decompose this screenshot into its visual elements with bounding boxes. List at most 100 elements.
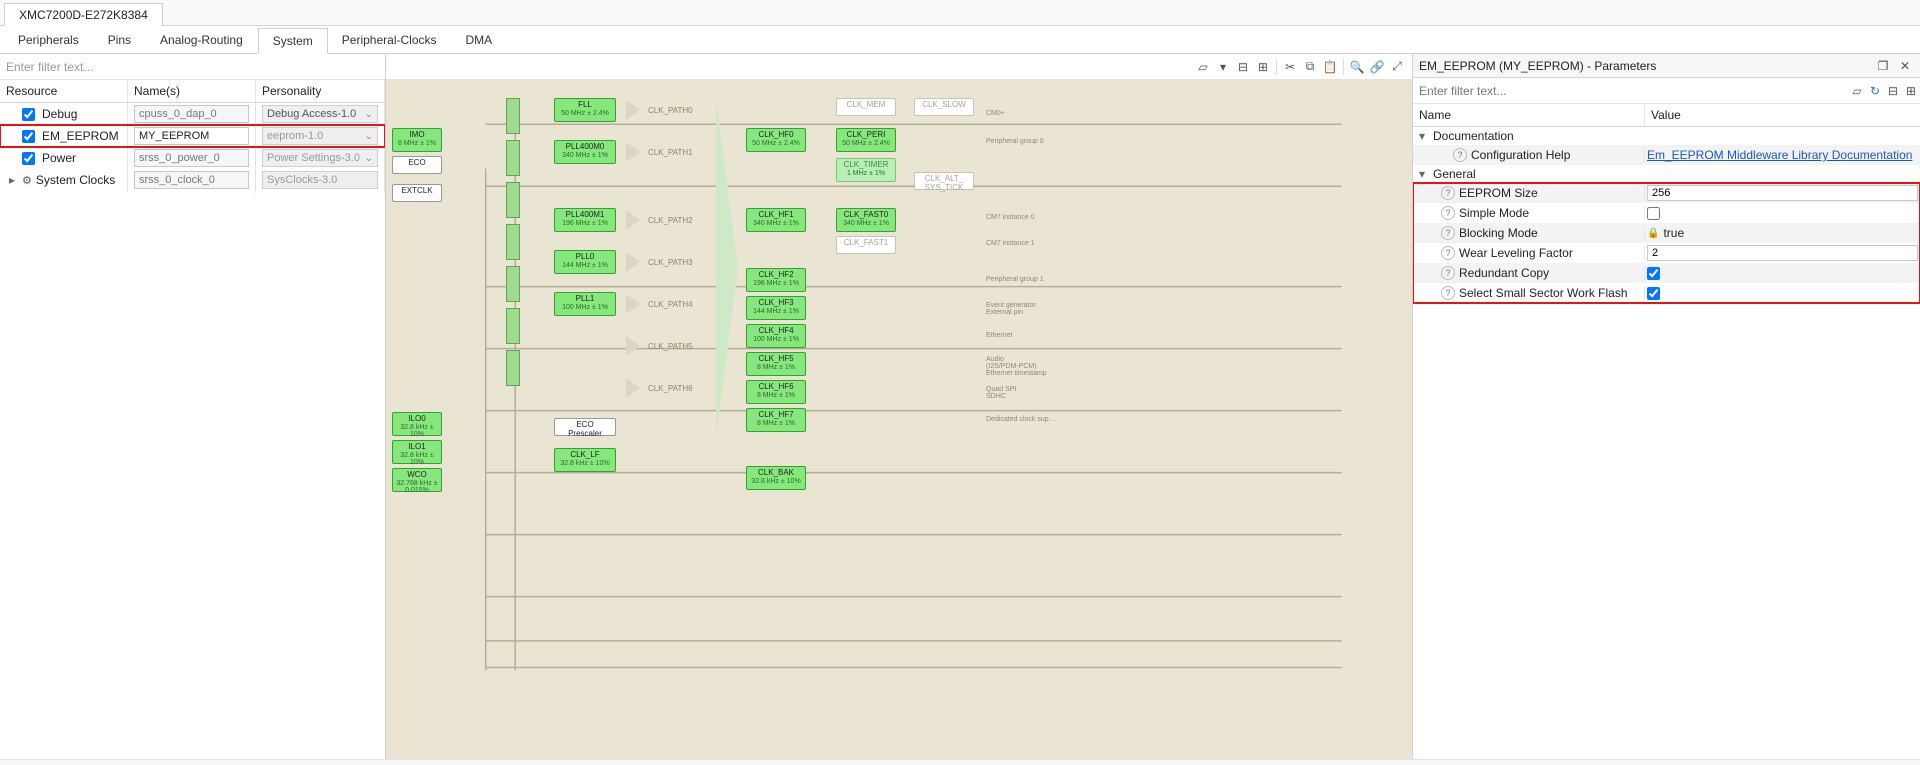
- column-header-name[interactable]: Name(s): [128, 80, 256, 102]
- path-mux-1[interactable]: [506, 140, 520, 176]
- search-icon[interactable]: 🔍: [1348, 58, 1366, 76]
- resource-row-em-eeprom[interactable]: EM_EEPROMeeprom-1.0⌄: [0, 125, 385, 147]
- clock-block-fll[interactable]: FLL50 MHz ± 2.4%: [554, 98, 616, 122]
- personality-select[interactable]: eeprom-1.0⌄: [262, 127, 378, 145]
- resource-enable-checkbox[interactable]: [22, 152, 35, 165]
- fit-icon[interactable]: ⤢: [1388, 58, 1406, 76]
- path-mux-6[interactable]: [506, 350, 520, 386]
- help-icon[interactable]: ?: [1441, 286, 1455, 300]
- path-mux-3[interactable]: [506, 224, 520, 260]
- param-checkbox-simple-mode[interactable]: [1647, 207, 1660, 220]
- clock-block-clk-fast1[interactable]: CLK_FAST1: [836, 236, 896, 254]
- clock-block-clk-hf1[interactable]: CLK_HF1340 MHz ± 1%: [746, 208, 806, 232]
- clock-block-extclk[interactable]: EXTCLK: [392, 184, 442, 202]
- resource-name-input[interactable]: [134, 127, 249, 145]
- clock-block-pll400m1[interactable]: PLL400M1196 MHz ± 1%: [554, 208, 616, 232]
- clock-block-clk-bak[interactable]: CLK_BAK32.8 kHz ± 10%: [746, 466, 806, 490]
- clock-diagram[interactable]: IMO8 MHz ± 1% ECO EXTCLK ILO032.8 kHz ± 10%…: [386, 80, 1412, 759]
- clock-block-eco-prescaler[interactable]: ECO Prescaler: [554, 418, 616, 436]
- help-icon[interactable]: ?: [1453, 148, 1467, 162]
- param-group-general[interactable]: ▾General: [1413, 165, 1920, 183]
- param-column-value[interactable]: Value: [1645, 104, 1920, 126]
- device-tab[interactable]: XMC7200D-E272K8384: [4, 3, 163, 26]
- path-mux-2[interactable]: [506, 182, 520, 218]
- clock-block-clk-hf5[interactable]: CLK_HF58 MHz ± 1%: [746, 352, 806, 376]
- param-input-eeprom-size[interactable]: [1647, 185, 1918, 201]
- tab-peripherals[interactable]: Peripherals: [4, 28, 94, 52]
- clock-block-pll1[interactable]: PLL1100 MHz ± 1%: [554, 292, 616, 316]
- clock-block-clk-slow[interactable]: CLK_SLOW: [914, 98, 974, 116]
- clock-block-clk-hf0[interactable]: CLK_HF050 MHz ± 2.4%: [746, 128, 806, 152]
- personality-select[interactable]: Debug Access-1.0⌄: [262, 105, 378, 123]
- clock-block-clk-hf7[interactable]: CLK_HF78 MHz ± 1%: [746, 408, 806, 432]
- path-mux-4[interactable]: [506, 266, 520, 302]
- help-icon[interactable]: ?: [1441, 186, 1455, 200]
- collapse-all-icon[interactable]: ⊟: [1234, 58, 1252, 76]
- clock-block-clk-mem[interactable]: CLK_MEM: [836, 98, 896, 116]
- clock-block-ilo0[interactable]: ILO032.8 kHz ± 10%: [392, 412, 442, 436]
- paste-icon[interactable]: 📋: [1321, 58, 1339, 76]
- clock-block-clk-hf4[interactable]: CLK_HF4100 MHz ± 1%: [746, 324, 806, 348]
- clear-filter-icon[interactable]: ▱: [1848, 82, 1866, 100]
- cut-icon[interactable]: ✂: [1281, 58, 1299, 76]
- tab-analog-routing[interactable]: Analog-Routing: [146, 28, 258, 52]
- clock-block-clk-hf3[interactable]: CLK_HF3144 MHz ± 1%: [746, 296, 806, 320]
- clock-block-clk-hf6[interactable]: CLK_HF68 MHz ± 1%: [746, 380, 806, 404]
- copy-icon[interactable]: ⧉: [1301, 58, 1319, 76]
- personality-select[interactable]: SysClocks-3.0: [262, 171, 378, 189]
- param-checkbox-redundant-copy[interactable]: [1647, 267, 1660, 280]
- clock-block-clk-hf2[interactable]: CLK_HF2196 MHz ± 1%: [746, 268, 806, 292]
- doc-link[interactable]: Em_EEPROM Middleware Library Documentati…: [1647, 148, 1912, 162]
- resource-row-debug[interactable]: DebugDebug Access-1.0⌄: [0, 103, 385, 125]
- clock-block-eco[interactable]: ECO: [392, 156, 442, 174]
- resource-name-input[interactable]: [134, 171, 249, 189]
- expand-icon[interactable]: ▸: [6, 173, 18, 187]
- personality-select[interactable]: Power Settings-3.0⌄: [262, 149, 378, 167]
- link-icon[interactable]: 🔗: [1368, 58, 1386, 76]
- collapse-all-icon[interactable]: ⊟: [1884, 82, 1902, 100]
- column-header-resource[interactable]: Resource: [0, 80, 128, 102]
- close-icon[interactable]: ✕: [1896, 57, 1914, 75]
- help-icon[interactable]: ?: [1441, 246, 1455, 260]
- hf-mux-icon[interactable]: [716, 98, 738, 438]
- tab-pins[interactable]: Pins: [94, 28, 146, 52]
- clock-block-wco[interactable]: WCO32.768 kHz ± 0.015%: [392, 468, 442, 492]
- resource-name-input[interactable]: [134, 149, 249, 167]
- resource-row-system-clocks[interactable]: ▸⚙System ClocksSysClocks-3.0: [0, 169, 385, 191]
- resource-name-input[interactable]: [134, 105, 249, 123]
- clock-block-pll400m0[interactable]: PLL400M0340 MHz ± 1%: [554, 140, 616, 164]
- param-checkbox-select-small-sector-work-flash[interactable]: [1647, 287, 1660, 300]
- clock-block-clk-timer[interactable]: CLK_TIMER1 MHz ± 1%: [836, 158, 896, 182]
- chevron-down-icon: ⌄: [365, 109, 373, 120]
- resource-row-power[interactable]: PowerPower Settings-3.0⌄: [0, 147, 385, 169]
- clear-filter-icon[interactable]: ▱: [1194, 58, 1212, 76]
- clock-block-ilo1[interactable]: ILO132.8 kHz ± 10%: [392, 440, 442, 464]
- expand-all-icon[interactable]: ⊞: [1902, 82, 1920, 100]
- column-header-personality[interactable]: Personality: [256, 80, 385, 102]
- resource-enable-checkbox[interactable]: [22, 108, 35, 121]
- clock-block-pll0[interactable]: PLL0144 MHz ± 1%: [554, 250, 616, 274]
- clock-block-clk-peri[interactable]: CLK_PERI50 MHz ± 2.4%: [836, 128, 896, 152]
- parameters-filter-input[interactable]: [1413, 80, 1848, 102]
- help-icon[interactable]: ?: [1441, 206, 1455, 220]
- param-column-name[interactable]: Name: [1413, 104, 1645, 126]
- path-mux-5[interactable]: [506, 308, 520, 344]
- clock-block-clk-fast0[interactable]: CLK_FAST0340 MHz ± 1%: [836, 208, 896, 232]
- param-input-wear-leveling-factor[interactable]: [1647, 245, 1918, 261]
- resource-enable-checkbox[interactable]: [22, 130, 35, 143]
- help-icon[interactable]: ?: [1441, 266, 1455, 280]
- tab-system[interactable]: System: [258, 28, 328, 54]
- tab-dma[interactable]: DMA: [452, 28, 508, 52]
- path-mux-0[interactable]: [506, 98, 520, 134]
- clock-block-imo[interactable]: IMO8 MHz ± 1%: [392, 128, 442, 152]
- tab-peripheral-clocks[interactable]: Peripheral-Clocks: [328, 28, 452, 52]
- help-icon[interactable]: ?: [1441, 226, 1455, 240]
- clock-block-clk-lf[interactable]: CLK_LF32.8 kHz ± 10%: [554, 448, 616, 472]
- float-icon[interactable]: ❐: [1874, 57, 1892, 75]
- filter-icon[interactable]: ▾: [1214, 58, 1232, 76]
- clock-block-clk-alt-sys-tick[interactable]: CLK_ALT_ SYS_TICK: [914, 172, 974, 190]
- expand-all-icon[interactable]: ⊞: [1254, 58, 1272, 76]
- reset-icon[interactable]: ↻: [1866, 82, 1884, 100]
- resource-filter-input[interactable]: [0, 56, 385, 78]
- param-group-documentation[interactable]: ▾Documentation: [1413, 127, 1920, 145]
